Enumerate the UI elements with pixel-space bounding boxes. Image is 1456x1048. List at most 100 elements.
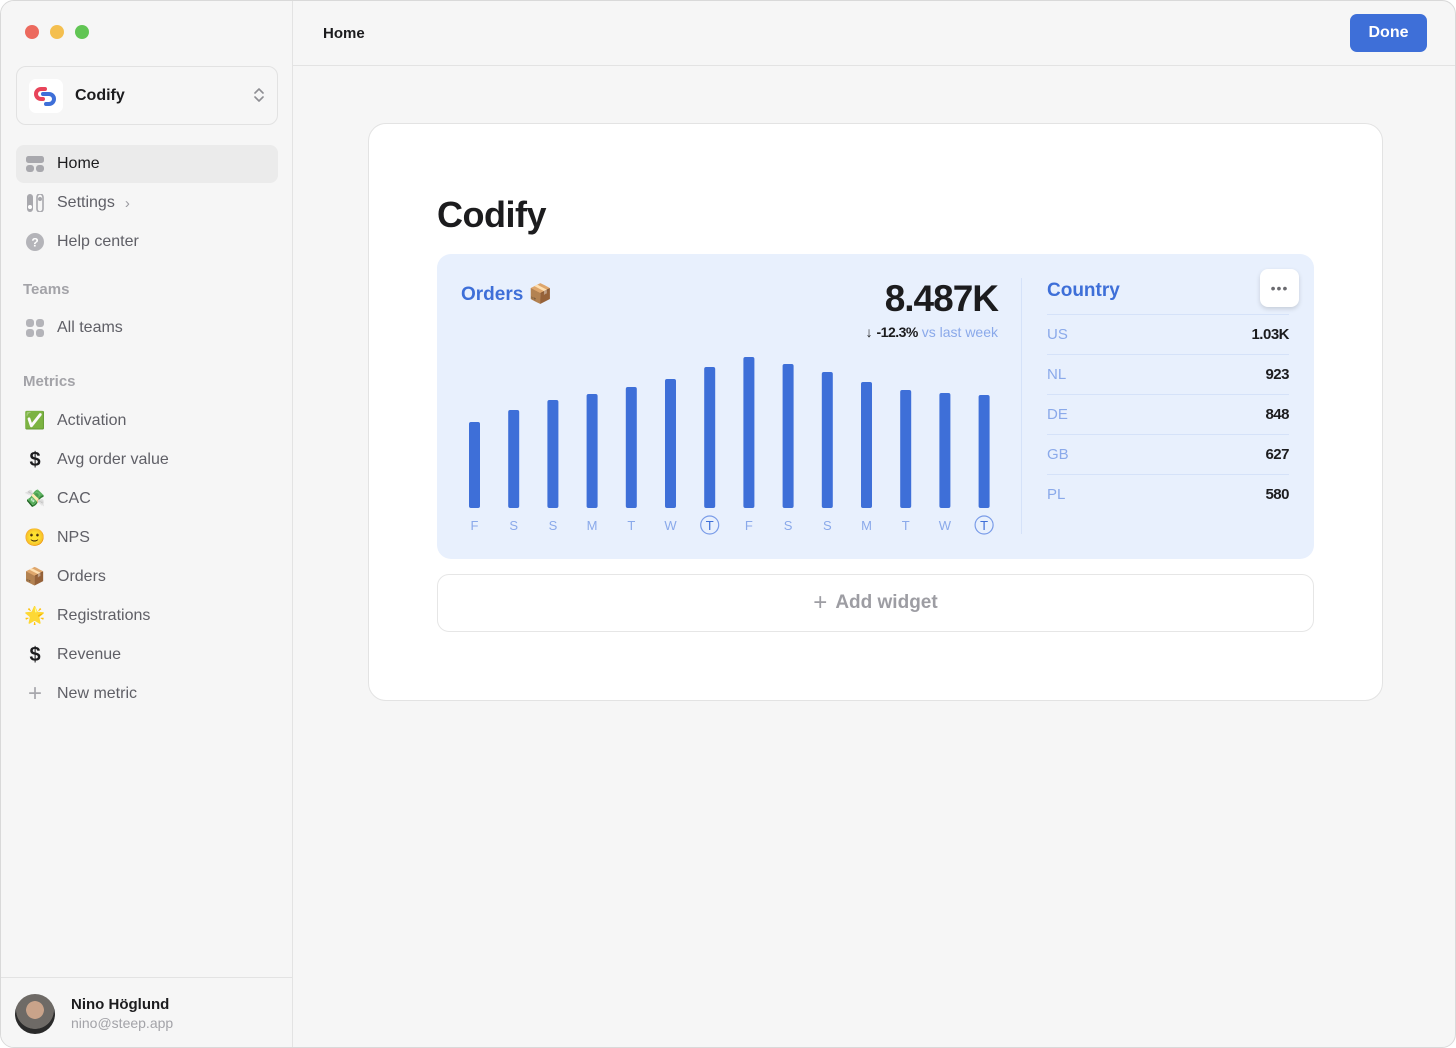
chart-bar[interactable] (821, 372, 833, 508)
ellipsis-icon: ••• (1270, 280, 1289, 296)
sidebar-item-activation[interactable]: ✅ Activation (16, 402, 278, 440)
x-tick-label: T (627, 518, 635, 533)
chart-bar[interactable] (978, 395, 990, 508)
workspace-switcher[interactable]: Codify (16, 66, 278, 125)
chart-bar[interactable] (704, 367, 716, 508)
chart-bar[interactable] (743, 357, 755, 508)
sidebar: Codify Home Settings › ? Help center Tea… (1, 1, 293, 1047)
sidebar-item-label: Home (57, 155, 100, 172)
table-row: US 1.03K (1047, 314, 1289, 354)
x-tick-label: T (902, 518, 910, 533)
country-value: 580 (1265, 486, 1289, 503)
x-tick-label: W (939, 518, 952, 533)
add-widget-button[interactable]: + Add widget (437, 574, 1314, 632)
window-controls (25, 25, 89, 39)
done-button[interactable]: Done (1350, 14, 1427, 52)
sidebar-item-label: Registrations (57, 607, 151, 624)
sidebar-item-label: CAC (57, 490, 91, 507)
widget-title-text: Orders (461, 284, 524, 305)
topbar: Home Done (293, 1, 1455, 66)
user-profile[interactable]: Nino Höglund nino@steep.app (1, 977, 293, 1047)
dollar-icon: $ (29, 448, 41, 471)
change-suffix: vs last week (921, 324, 998, 340)
page-title: Codify (437, 194, 547, 235)
sidebar-item-cac[interactable]: 💸 CAC (16, 480, 278, 518)
country-value: 848 (1265, 406, 1289, 423)
country-code: GB (1047, 446, 1069, 463)
plus-icon: + (27, 680, 42, 707)
app-window: Codify Home Settings › ? Help center Tea… (0, 0, 1456, 1048)
smiley-icon: 🙂 (24, 528, 46, 547)
chart-bar[interactable] (939, 393, 951, 508)
user-email: nino@steep.app (71, 1015, 174, 1031)
package-icon: 📦 (24, 567, 46, 586)
chevron-up-down-icon (253, 87, 265, 105)
sidebar-item-label: Avg order value (57, 451, 169, 468)
sidebar-item-new-metric[interactable]: + New metric (16, 675, 278, 713)
question-circle-icon: ? (24, 231, 46, 253)
sidebar-item-label: Activation (57, 412, 127, 429)
country-code: PL (1047, 486, 1066, 503)
close-window-button[interactable] (25, 25, 39, 39)
chart-bar[interactable] (900, 390, 912, 508)
chart-bar[interactable] (625, 387, 637, 508)
dashboard-card: Codify Orders 📦 8.487K ↓ -12.3% vs last … (368, 123, 1383, 701)
sidebar-item-nps[interactable]: 🙂 NPS (16, 519, 278, 557)
country-code: NL (1047, 366, 1067, 383)
widget-title: Orders 📦 (461, 282, 552, 306)
country-value: 923 (1265, 366, 1289, 383)
sidebar-item-all-teams[interactable]: All teams (16, 309, 278, 347)
sidebar-item-help-center[interactable]: ? Help center (16, 223, 278, 261)
table-row: NL 923 (1047, 354, 1289, 394)
minimize-window-button[interactable] (50, 25, 64, 39)
x-tick-label: W (664, 518, 677, 533)
chart-bar[interactable] (782, 364, 794, 508)
x-tick-label: S (509, 518, 518, 533)
page-breadcrumb: Home (323, 24, 365, 42)
package-icon: 📦 (528, 284, 553, 305)
chart-bar[interactable] (508, 410, 520, 508)
orders-total: 8.487K (884, 278, 999, 319)
orders-bar-chart: FSSMTWTFSSMTWT (469, 357, 994, 535)
zoom-window-button[interactable] (75, 25, 89, 39)
sidebar-item-label: NPS (57, 529, 90, 546)
x-tick-label: S (823, 518, 832, 533)
country-value: 1.03K (1251, 326, 1289, 343)
chart-bar[interactable] (469, 422, 480, 508)
x-tick-label: S (784, 518, 793, 533)
sidebar-item-settings[interactable]: Settings › (16, 184, 278, 222)
plus-icon: + (813, 589, 828, 616)
x-tick-label: S (549, 518, 558, 533)
chevron-right-icon: › (124, 194, 130, 212)
x-tick-label: F (471, 518, 479, 533)
sidebar-item-label: Help center (57, 233, 139, 250)
metrics-section-label: Metrics (23, 373, 76, 390)
teams-section-label: Teams (23, 281, 70, 298)
chart-bar[interactable] (547, 400, 559, 508)
check-mark-icon: ✅ (24, 411, 46, 430)
avatar (15, 993, 55, 1034)
x-tick-label: F (745, 518, 753, 533)
user-name: Nino Höglund (71, 996, 170, 1013)
sidebar-item-label: Revenue (57, 646, 122, 663)
sidebar-item-avg-order-value[interactable]: $ Avg order value (16, 441, 278, 479)
money-wings-icon: 💸 (24, 489, 46, 508)
settings-toggle-icon (24, 192, 46, 214)
chart-bar[interactable] (861, 382, 872, 508)
table-row: GB 627 (1047, 434, 1289, 474)
add-widget-label: Add widget (835, 592, 938, 613)
sidebar-item-registrations[interactable]: 🌟 Registrations (16, 597, 278, 635)
widget-divider (1021, 278, 1022, 534)
x-tick-label: M (861, 518, 872, 533)
chart-bar[interactable] (586, 394, 598, 508)
orders-widget[interactable]: Orders 📦 8.487K ↓ -12.3% vs last week F S… (437, 254, 1314, 559)
x-tick-label: T (706, 518, 714, 533)
change-value: -12.3% (876, 324, 919, 340)
more-options-button[interactable]: ••• (1260, 269, 1299, 307)
arrow-down-icon: ↓ (865, 324, 873, 340)
sidebar-item-revenue[interactable]: $ Revenue (16, 636, 278, 674)
dollar-icon: $ (29, 643, 41, 666)
chart-bar[interactable] (665, 379, 676, 508)
sidebar-item-home[interactable]: Home (16, 145, 278, 183)
sidebar-item-orders[interactable]: 📦 Orders (16, 558, 278, 596)
